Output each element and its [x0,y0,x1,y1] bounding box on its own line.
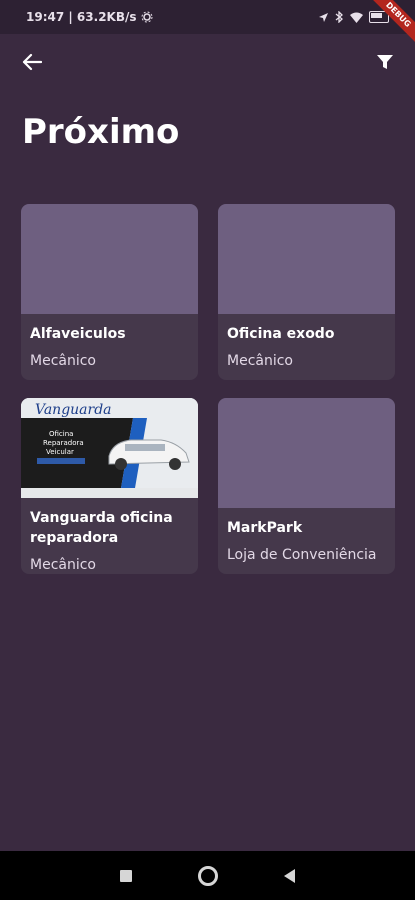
svg-text:Vanguarda: Vanguarda [35,402,112,418]
filter-button[interactable] [371,48,399,76]
place-card-vanguarda[interactable]: Vanguarda Oficina Reparadora Veicular Va… [21,398,198,574]
card-title: Oficina exodo [227,326,335,342]
svg-text:Veicular: Veicular [46,448,74,456]
place-card-alfaveiculos[interactable]: Alfaveiculos Mecânico [21,204,198,380]
status-right [318,11,389,23]
settings-icon [141,11,153,23]
status-left: 19:47 | 63.2KB/s [26,10,153,24]
location-icon [319,12,328,22]
status-time: 19:47 | 63.2KB/s [26,10,137,24]
place-card-oficina-exodo[interactable]: Oficina exodo Mecânico [218,204,395,380]
card-image-placeholder [218,204,395,314]
square-icon[interactable] [120,869,132,882]
card-category: Mecânico [30,353,96,369]
card-title: Vanguarda oficina reparadora [30,510,173,546]
card-category: Loja de Conveniência [227,547,377,563]
vanguarda-banner-image: Vanguarda Oficina Reparadora Veicular [21,398,198,488]
circle-icon[interactable] [198,865,218,886]
place-card-markpark[interactable]: MarkPark Loja de Conveniência [218,398,395,574]
card-image-placeholder [21,204,198,314]
system-nav-bar [0,851,415,900]
page-title: Próximo [22,112,180,152]
card-title: Alfaveiculos [30,326,126,342]
card-category: Mecânico [30,557,96,573]
svg-text:Oficina: Oficina [49,430,73,438]
card-title: MarkPark [227,520,303,536]
status-bar: 19:47 | 63.2KB/s DEBUG [0,0,415,52]
triangle-back-icon[interactable] [284,868,295,883]
card-image-placeholder [218,398,395,508]
app-bar [0,34,415,90]
card-image: Vanguarda Oficina Reparadora Veicular [21,398,198,498]
card-category: Mecânico [227,353,293,369]
arrow-left-icon [22,53,42,71]
back-button[interactable] [18,48,46,76]
wifi-icon [350,12,363,23]
svg-text:Reparadora: Reparadora [43,439,84,447]
bluetooth-icon [335,11,343,23]
place-grid: Alfaveiculos Mecânico Oficina exodo Mecâ… [21,204,395,574]
filter-icon [377,55,393,69]
